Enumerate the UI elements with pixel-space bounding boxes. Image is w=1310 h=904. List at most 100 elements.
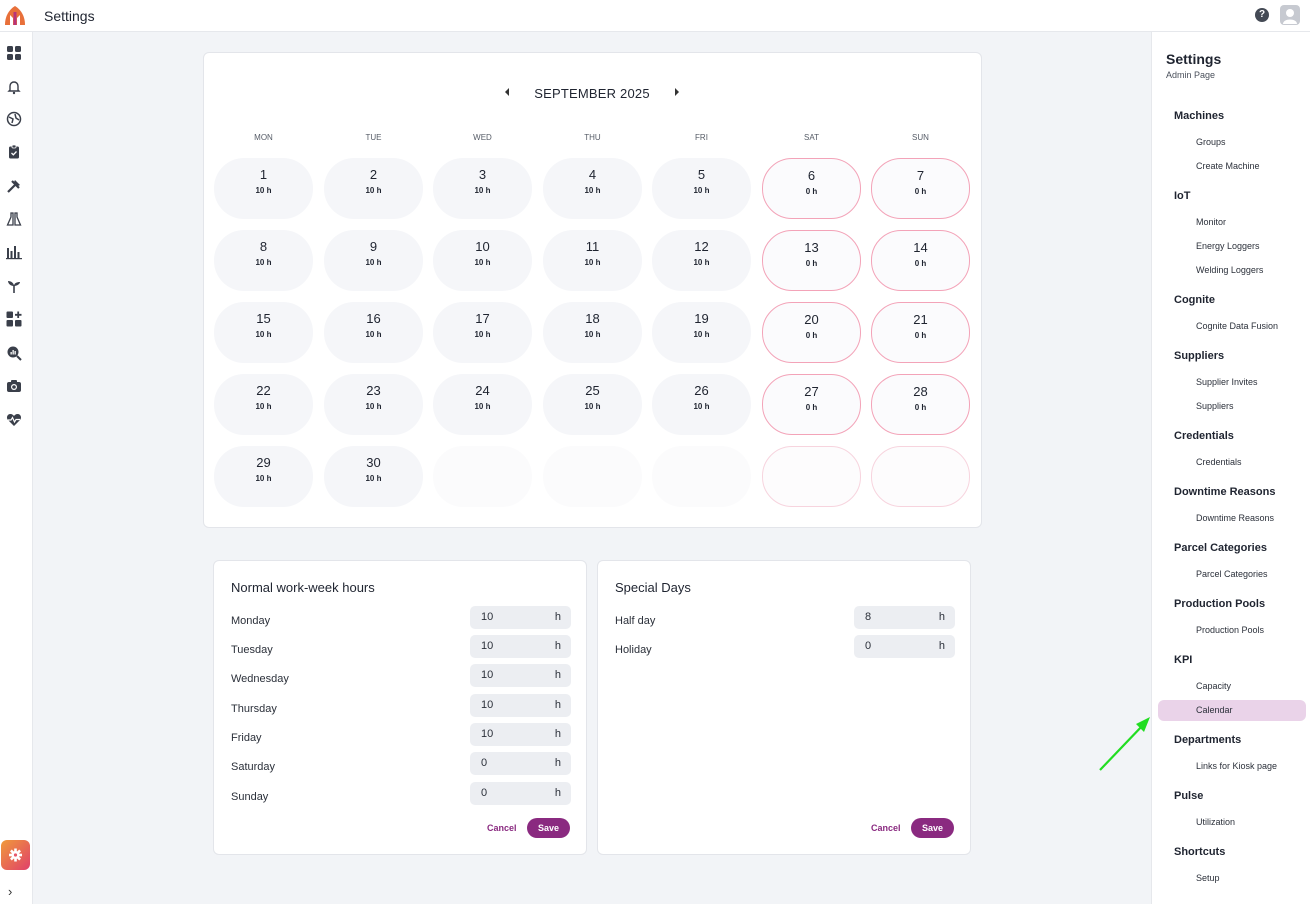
workweek-row-label: Sunday xyxy=(231,791,269,803)
side-nav-item[interactable]: Utilization xyxy=(1196,817,1235,827)
workweek-hours-input[interactable]: 10 h xyxy=(470,606,571,629)
search-analytics-icon[interactable] xyxy=(6,345,22,361)
next-month-icon[interactable] xyxy=(675,88,679,96)
calendar-day[interactable]: 26 10 h xyxy=(652,374,751,435)
app-logo[interactable] xyxy=(2,3,28,29)
side-section-heading: Suppliers xyxy=(1174,350,1225,362)
camera-icon[interactable] xyxy=(6,378,22,394)
special-days-cancel-button[interactable]: Cancel xyxy=(871,823,901,833)
settings-nav-button[interactable] xyxy=(1,840,30,870)
calendar-day[interactable]: 8 10 h xyxy=(214,230,313,291)
calendar-day[interactable]: 24 10 h xyxy=(433,374,532,435)
calendar-day[interactable]: 15 10 h xyxy=(214,302,313,363)
clipboard-icon[interactable] xyxy=(6,144,22,160)
calendar-day[interactable]: 20 0 h xyxy=(762,302,861,363)
side-nav-item[interactable]: Capacity xyxy=(1196,681,1231,691)
day-number: 11 xyxy=(585,239,600,254)
special-days-card: Special Days Half day 8 h Holiday 0 h Cancel … xyxy=(597,560,971,855)
calendar-day[interactable]: 4 10 h xyxy=(543,158,642,219)
calendar-day[interactable]: 16 10 h xyxy=(324,302,423,363)
tools-icon[interactable] xyxy=(6,178,22,194)
calendar-day[interactable]: 17 10 h xyxy=(433,302,532,363)
dashboard-icon[interactable] xyxy=(6,45,22,61)
user-avatar-icon[interactable] xyxy=(1280,5,1300,25)
side-section-heading: Credentials xyxy=(1174,430,1234,442)
calendar-day[interactable]: 23 10 h xyxy=(324,374,423,435)
side-nav-item[interactable]: Production Pools xyxy=(1196,625,1264,635)
side-nav-item[interactable]: Links for Kiosk page xyxy=(1196,761,1277,771)
add-widget-icon[interactable] xyxy=(6,311,22,327)
calendar-day[interactable]: 3 10 h xyxy=(433,158,532,219)
day-hours: 0 h xyxy=(914,259,927,268)
calendar-day[interactable]: 60 h xyxy=(762,158,861,219)
bell-icon[interactable] xyxy=(6,79,22,95)
day-hours: 10 h xyxy=(255,402,272,411)
day-number: 3 xyxy=(478,167,487,182)
side-nav-item[interactable]: Energy Loggers xyxy=(1196,241,1260,251)
input-unit: h xyxy=(554,699,561,711)
heart-pulse-icon[interactable] xyxy=(6,412,22,428)
calendar-empty-cell xyxy=(762,446,861,507)
day-number: 6 xyxy=(807,168,816,183)
globe-icon[interactable] xyxy=(6,111,22,127)
calendar-day[interactable]: 14 0 h xyxy=(871,230,970,291)
day-hours: 10 h xyxy=(255,330,272,339)
calendar-day[interactable]: 28 0 h xyxy=(871,374,970,435)
workweek-save-button[interactable]: Save xyxy=(527,818,570,838)
calendar-day[interactable]: 70 h xyxy=(871,158,970,219)
side-nav-item[interactable]: Suppliers xyxy=(1196,401,1234,411)
workweek-hours-input[interactable]: 10 h xyxy=(470,694,571,717)
weekday-label: TUE xyxy=(365,133,382,142)
side-nav-item[interactable]: Calendar xyxy=(1196,705,1233,715)
special-day-hours-input[interactable]: 0h xyxy=(854,635,955,658)
calendar-day[interactable]: 19 10 h xyxy=(652,302,751,363)
day-number: 17 xyxy=(475,311,490,326)
bar-chart-icon[interactable] xyxy=(6,244,22,260)
side-nav-item[interactable]: Create Machine xyxy=(1196,161,1260,171)
workweek-cancel-button[interactable]: Cancel xyxy=(487,823,517,833)
prev-month-icon[interactable] xyxy=(505,88,509,96)
side-nav-item[interactable]: Downtime Reasons xyxy=(1196,513,1274,523)
calendar-day[interactable]: 13 0 h xyxy=(762,230,861,291)
special-day-hours-input[interactable]: 8h xyxy=(854,606,955,629)
side-nav-item[interactable]: Cognite Data Fusion xyxy=(1196,321,1278,331)
side-nav-item[interactable]: Groups xyxy=(1196,137,1226,147)
calendar-day[interactable]: 27 0 h xyxy=(762,374,861,435)
calendar-day[interactable]: 11 10 h xyxy=(543,230,642,291)
workweek-hours-input[interactable]: 10 h xyxy=(470,723,571,746)
calendar-day[interactable]: 1 10 h xyxy=(214,158,313,219)
calendar-day[interactable]: 210 h xyxy=(871,302,970,363)
side-nav-item[interactable]: Supplier Invites xyxy=(1196,377,1258,387)
side-nav-item[interactable]: Setup xyxy=(1196,873,1220,883)
day-hours: 10 h xyxy=(255,258,272,267)
workweek-hours-input[interactable]: 0h xyxy=(470,782,571,805)
workweek-hours-input[interactable]: 0h xyxy=(470,752,571,775)
input-unit: h xyxy=(554,728,561,740)
calendar-day[interactable]: 210 h xyxy=(324,158,423,219)
day-hours: 10 h xyxy=(365,258,382,267)
expand-rail-chevron-icon[interactable]: › xyxy=(8,884,12,899)
calendar-day[interactable]: 22 10 h xyxy=(214,374,313,435)
special-days-save-button[interactable]: Save xyxy=(911,818,954,838)
input-value: 0 xyxy=(481,787,488,799)
side-nav-item[interactable]: Parcel Categories xyxy=(1196,569,1268,579)
calendar-day[interactable]: 30 10 h xyxy=(324,446,423,507)
workweek-hours-input[interactable]: 10 h xyxy=(470,664,571,687)
calendar-day[interactable]: 9 10 h xyxy=(324,230,423,291)
calendar-day[interactable]: 29 10 h xyxy=(214,446,313,507)
flask-icon[interactable] xyxy=(6,211,22,227)
calendar-day[interactable]: 5 10 h xyxy=(652,158,751,219)
day-hours: 0 h xyxy=(914,403,927,412)
sprout-icon[interactable] xyxy=(6,278,22,294)
calendar-day[interactable]: 10 10 h xyxy=(433,230,532,291)
side-nav-item[interactable]: Credentials xyxy=(1196,457,1242,467)
calendar-day[interactable]: 18 10 h xyxy=(543,302,642,363)
workweek-hours-input[interactable]: 10 h xyxy=(470,635,571,658)
input-unit: h xyxy=(554,669,561,681)
side-nav-item[interactable]: Welding Loggers xyxy=(1196,265,1263,275)
side-nav-item[interactable]: Monitor xyxy=(1196,217,1226,227)
help-icon[interactable]: ? xyxy=(1255,8,1269,22)
day-hours: 0 h xyxy=(805,403,818,412)
calendar-day[interactable]: 12 10 h xyxy=(652,230,751,291)
calendar-day[interactable]: 25 10 h xyxy=(543,374,642,435)
